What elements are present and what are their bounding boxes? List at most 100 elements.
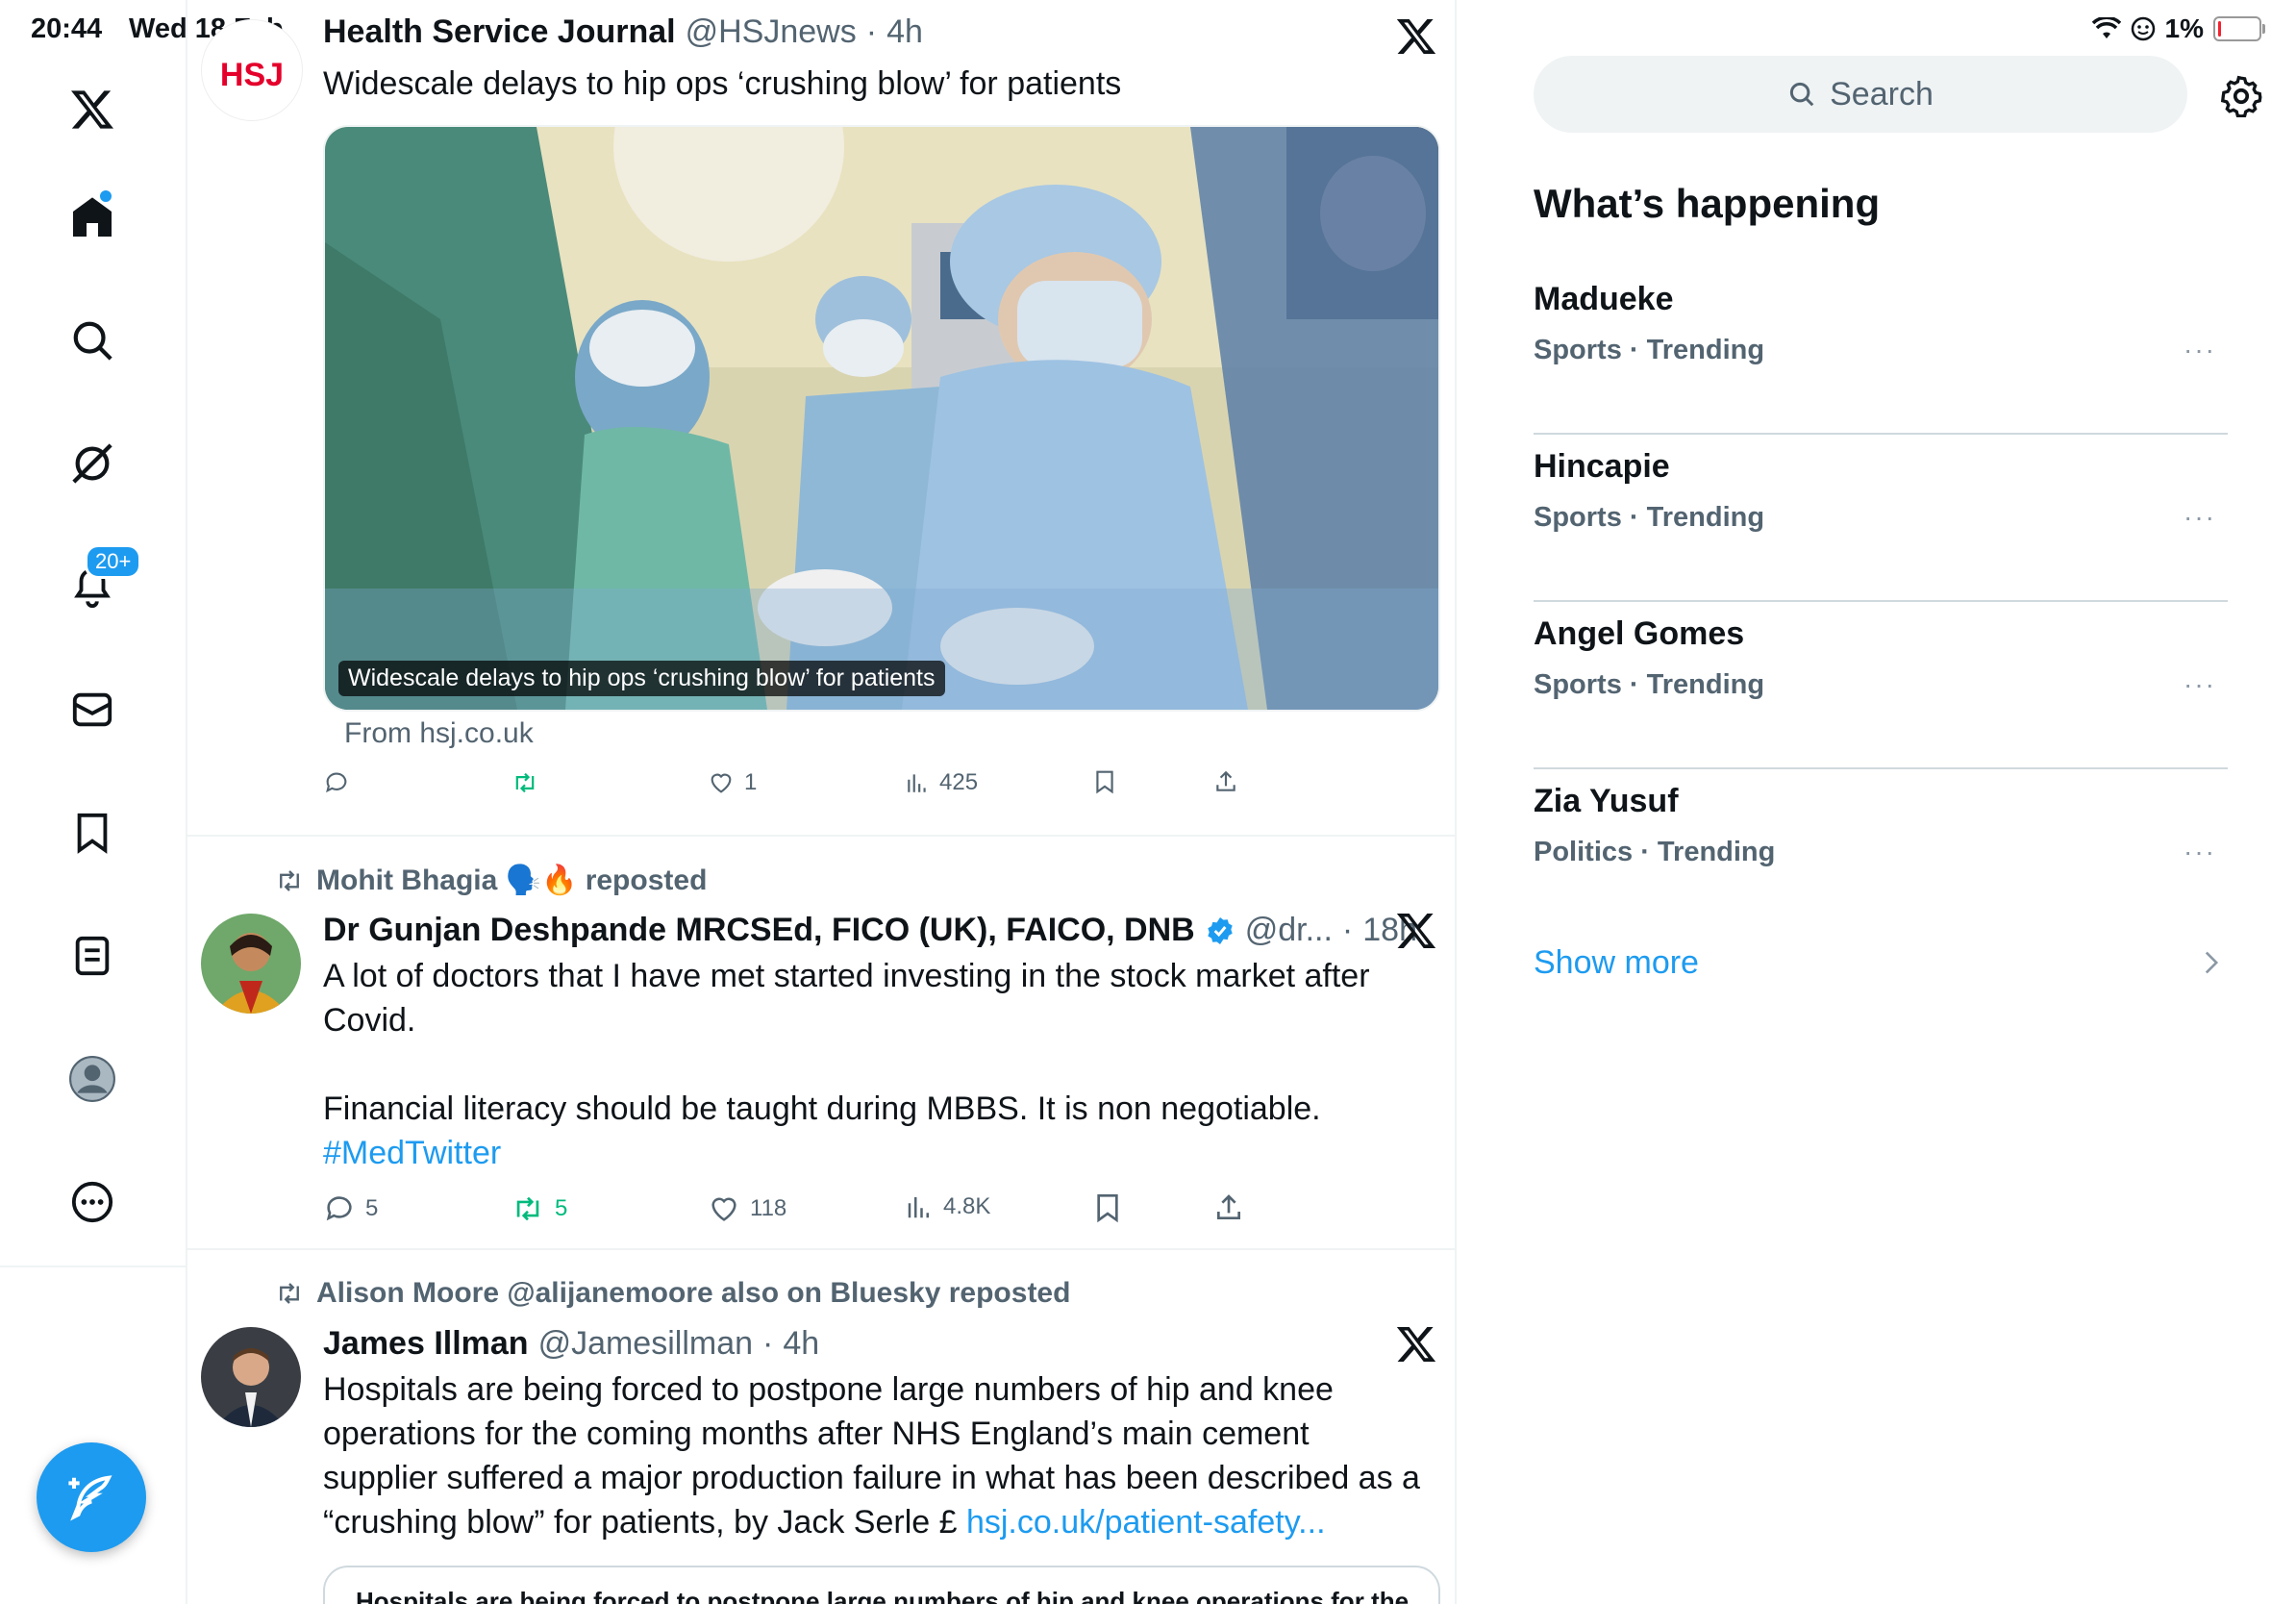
retweet-icon [280, 869, 299, 891]
verified-badge-icon [1208, 916, 1233, 944]
views-chart-icon [908, 1197, 929, 1218]
trend-item[interactable]: Zia Yusuf Politics · Trending ··· [1534, 769, 2228, 937]
share-button[interactable] [1213, 1192, 1244, 1223]
nav-home[interactable] [44, 169, 140, 265]
retweet-button[interactable] [511, 769, 549, 796]
nav-bookmarks[interactable] [44, 785, 140, 881]
card-source[interactable]: From hsj.co.uk [344, 717, 534, 750]
tweet[interactable]: HSJ Health Service Journal @HSJnews · 4h… [186, 0, 1455, 839]
avatar[interactable]: HSJ [201, 19, 303, 121]
article-link[interactable]: hsj.co.uk/patient-safety... [966, 1504, 1326, 1541]
tweet-header: Dr Gunjan Deshpande MRCSEd, FICO (UK), F… [323, 912, 1417, 949]
avatar[interactable] [201, 1327, 301, 1427]
nav-messages[interactable] [44, 662, 140, 758]
trend-name: Hincapie [1534, 448, 1670, 485]
nav-grok[interactable] [44, 415, 140, 512]
search-input[interactable]: Search [1534, 56, 2187, 133]
reply-button[interactable]: 5 [323, 1192, 378, 1225]
more-circle-icon [71, 1181, 113, 1223]
reposted-by[interactable]: Alison Moore @alijanemoore also on Blues… [316, 1277, 1070, 1310]
share-button[interactable] [1213, 769, 1238, 794]
trend-category: Politics · Trending [1534, 837, 1776, 867]
heart-icon [711, 1197, 736, 1221]
show-more-link[interactable]: Show more [1534, 944, 1699, 982]
more-options-icon[interactable]: ··· [2184, 502, 2216, 533]
nav-divider [0, 1266, 186, 1267]
nav-more[interactable] [44, 1154, 140, 1250]
more-options-icon[interactable]: ··· [2184, 335, 2216, 365]
compose-feather-icon [68, 1475, 112, 1521]
search-placeholder: Search [1830, 75, 1934, 113]
retweet-icon [516, 1196, 539, 1221]
trend-item[interactable]: Angel Gomes Sports · Trending ··· [1534, 602, 2228, 769]
reply-button[interactable] [323, 769, 360, 796]
svg-text:HSJ: HSJ [220, 57, 284, 93]
x-logo-icon [71, 90, 113, 129]
compose-post-button[interactable] [37, 1442, 146, 1552]
link-card[interactable]: Hospitals are being forced to postpone l… [323, 1566, 1440, 1604]
timeline: HSJ Health Service Journal @HSJnews · 4h… [186, 0, 1457, 1604]
search-icon [73, 321, 112, 361]
tweet-time[interactable]: 4h [886, 13, 923, 51]
share-icon [1217, 1194, 1240, 1219]
grok-x-icon[interactable] [1395, 1323, 1437, 1366]
search-icon [1790, 82, 1814, 107]
link-card-image[interactable]: Widescale delays to hip ops ‘crushing bl… [323, 125, 1440, 712]
like-button[interactable]: 118 [708, 1192, 786, 1225]
trend-item[interactable]: Madueke Sports · Trending ··· [1534, 267, 2228, 435]
like-button[interactable]: 1 [708, 769, 757, 796]
author-handle[interactable]: @Jamesillman [538, 1325, 753, 1363]
like-count: 1 [744, 769, 758, 795]
more-options-icon[interactable]: ··· [2184, 837, 2216, 867]
trend-name: Zia Yusuf [1534, 783, 1679, 819]
separator-dot: · [865, 13, 878, 50]
bookmark-icon [1097, 1194, 1118, 1223]
card-title: Hospitals are being forced to postpone l… [356, 1587, 1410, 1604]
trend-name: Madueke [1534, 281, 1674, 317]
nav-explore[interactable] [44, 292, 140, 388]
trend-item[interactable]: Hincapie Sports · Trending ··· [1534, 435, 2228, 602]
home-unread-dot [98, 188, 113, 204]
heart-icon [711, 773, 732, 793]
bookmark-button[interactable] [1092, 1192, 1123, 1223]
author-handle[interactable]: @dr... [1245, 912, 1333, 949]
author-name[interactable]: Dr Gunjan Deshpande MRCSEd, FICO (UK), F… [323, 912, 1195, 949]
author-name[interactable]: Health Service Journal [323, 13, 676, 51]
gear-icon[interactable] [2220, 75, 2262, 117]
reply-count: 5 [365, 1195, 379, 1221]
more-options-icon[interactable]: ··· [2184, 669, 2216, 700]
retweet-button[interactable]: 5 [511, 1192, 567, 1225]
trend-category: Sports · Trending [1534, 669, 1765, 700]
grok-x-icon[interactable] [1395, 15, 1437, 58]
trend-category: Sports · Trending [1534, 502, 1765, 533]
retweet-count: 5 [555, 1195, 568, 1221]
avatar[interactable] [201, 914, 301, 1014]
nav-lists[interactable] [44, 908, 140, 1004]
trend-category: Sports · Trending [1534, 335, 1765, 365]
share-icon [1216, 770, 1235, 791]
views-button[interactable]: 4.8K [905, 1192, 990, 1221]
chevron-right-icon[interactable] [2203, 950, 2220, 975]
tweet[interactable]: Mohit Bhagia 🗣️🔥 reposted Dr Gunjan Desh… [186, 837, 1455, 1250]
left-navigation: 20+ [0, 0, 187, 1604]
nav-notifications[interactable]: 20+ [44, 539, 142, 635]
trend-name: Angel Gomes [1534, 615, 1745, 652]
author-handle[interactable]: @HSJnews [686, 13, 857, 51]
views-button[interactable]: 425 [905, 769, 978, 796]
tweet-paragraph: Financial literacy should be taught duri… [323, 1090, 1321, 1127]
tweet-paragraph: A lot of doctors that I have met started… [323, 958, 1370, 1039]
bookmark-button[interactable] [1092, 769, 1117, 794]
reposted-by[interactable]: Mohit Bhagia 🗣️🔥 reposted [316, 864, 707, 897]
nav-profile[interactable] [44, 1031, 140, 1127]
separator-dot: · [762, 1325, 774, 1362]
tweet[interactable]: Alison Moore @alijanemoore also on Blues… [186, 1250, 1455, 1604]
views-chart-icon [908, 774, 926, 792]
repost-indicator: Mohit Bhagia 🗣️🔥 reposted [274, 864, 707, 897]
author-name[interactable]: James Illman [323, 1325, 529, 1363]
grok-x-icon[interactable] [1395, 910, 1437, 952]
separator-dot: · [1341, 912, 1354, 948]
tweet-time[interactable]: 4h [783, 1325, 819, 1363]
x-logo-button[interactable] [44, 62, 140, 158]
tweet-text: A lot of doctors that I have met started… [323, 954, 1429, 1175]
hashtag-link[interactable]: #MedTwitter [323, 1131, 1429, 1175]
